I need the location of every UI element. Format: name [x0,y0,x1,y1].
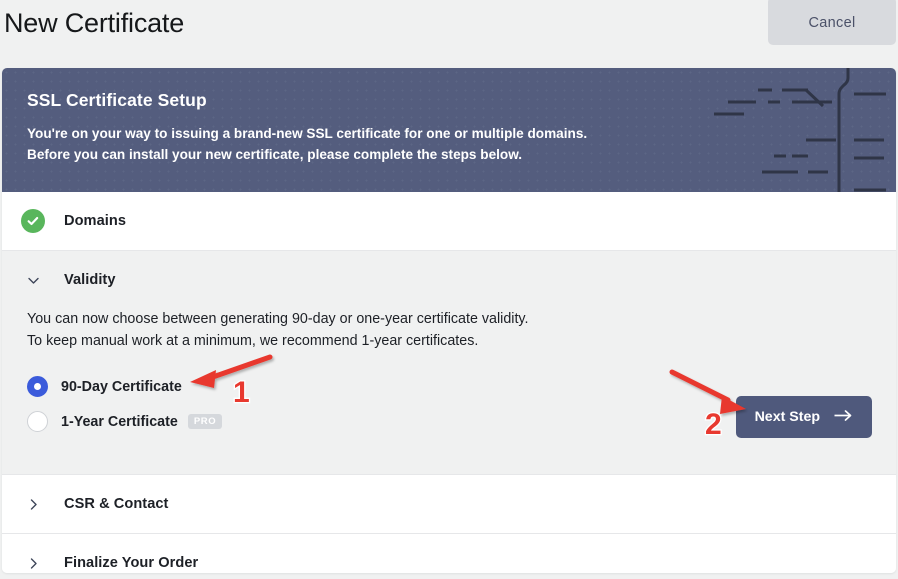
step-validity-header[interactable]: Validity [2,251,896,309]
chevron-right-icon [21,492,45,516]
step-csr-contact-header[interactable]: CSR & Contact [2,475,896,533]
90-day-certificate-radio[interactable] [27,376,48,397]
option-90-day-certificate[interactable]: 90-Day Certificate [27,376,327,397]
pro-badge: PRO [188,414,222,429]
step-validity: Validity You can now choose between gene… [2,251,896,475]
step-finalize-order-header[interactable]: Finalize Your Order [2,534,896,573]
validity-description-line-2: To keep manual work at a minimum, we rec… [27,333,478,349]
step-csr-contact[interactable]: CSR & Contact [2,475,896,534]
step-domains[interactable]: Domains [2,192,896,251]
validity-description-line-1: You can now choose between generating 90… [27,311,529,327]
cancel-button[interactable]: Cancel [768,0,896,45]
arrow-right-icon [834,409,853,426]
option-1-year-certificate[interactable]: 1-Year Certificate PRO [27,411,327,432]
banner-title: SSL Certificate Setup [27,90,896,110]
validity-description: You can now choose between generating 90… [27,309,896,352]
step-finalize-order-label: Finalize Your Order [64,555,198,571]
page-title: New Certificate [4,4,184,42]
step-finalize-order[interactable]: Finalize Your Order [2,534,896,573]
banner-description-line-1: You're on your way to issuing a brand-ne… [27,124,896,145]
top-bar: New Certificate Cancel [0,0,898,68]
step-domains-header[interactable]: Domains [2,192,896,250]
new-certificate-card: SSL Certificate Setup You're on your way… [2,68,896,573]
chevron-down-icon [21,268,45,292]
step-domains-label: Domains [64,213,126,229]
ssl-setup-banner: SSL Certificate Setup You're on your way… [2,68,896,192]
banner-description-line-2: Before you can install your new certific… [27,145,896,166]
90-day-certificate-label: 90-Day Certificate [61,379,182,395]
chevron-right-icon [21,551,45,573]
check-circle-icon [21,209,45,233]
1-year-certificate-radio[interactable] [27,411,48,432]
step-csr-contact-label: CSR & Contact [64,496,168,512]
1-year-certificate-label: 1-Year Certificate [61,414,178,430]
step-validity-label: Validity [64,272,116,288]
next-step-label: Next Step [755,409,820,425]
next-step-button[interactable]: Next Step [736,396,872,438]
validity-body: You can now choose between generating 90… [2,309,896,474]
